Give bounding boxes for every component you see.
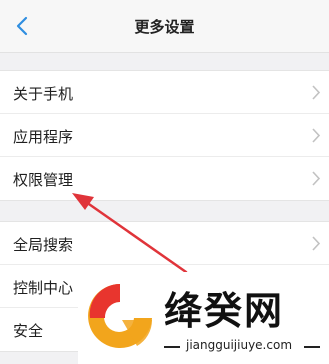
page-title: 更多设置: [134, 18, 195, 36]
settings-item-label: 控制中心: [13, 279, 74, 297]
settings-item-label: 权限管理: [13, 171, 74, 189]
watermark-line-left: [164, 346, 180, 348]
chevron-right-icon: [312, 85, 321, 100]
settings-item-about-phone[interactable]: 关于手机: [0, 71, 329, 114]
settings-item-global-search[interactable]: 全局搜索: [0, 222, 329, 265]
settings-item-permissions[interactable]: 权限管理: [0, 157, 329, 200]
top-bar: 更多设置: [0, 0, 329, 53]
watermark-logo-icon: [88, 283, 152, 348]
watermark-url: jiangguijiuye.com: [186, 338, 293, 352]
chevron-right-icon: [312, 171, 321, 186]
settings-item-label: 安全: [13, 322, 44, 340]
settings-item-label: 关于手机: [13, 85, 74, 103]
chevron-right-icon: [312, 236, 321, 251]
settings-item-applications[interactable]: 应用程序: [0, 114, 329, 157]
chevron-right-icon: [312, 128, 321, 143]
settings-group-1: 关于手机 应用程序 权限管理: [0, 70, 329, 201]
settings-item-label: 全局搜索: [13, 236, 74, 254]
watermark-line-right: [304, 346, 320, 348]
watermark: 绛癸网 jiangguijiuye.com: [78, 272, 329, 364]
watermark-brand: 绛癸网: [164, 289, 285, 333]
settings-item-label: 应用程序: [13, 128, 74, 146]
